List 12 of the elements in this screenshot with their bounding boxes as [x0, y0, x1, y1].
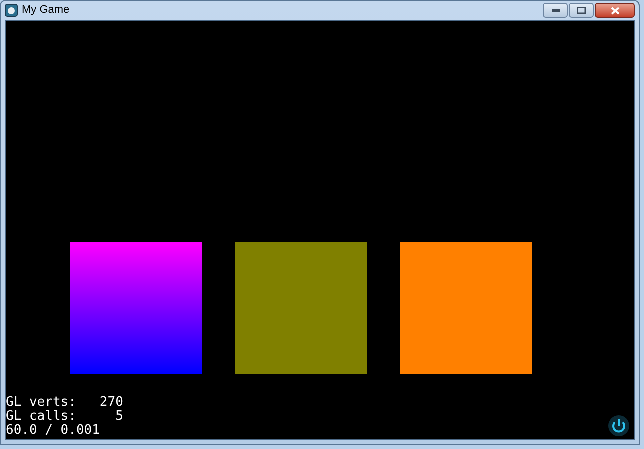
maximize-icon [577, 7, 586, 14]
close-icon [610, 6, 620, 14]
window-title: My Game [22, 3, 70, 18]
close-button[interactable] [595, 3, 635, 18]
power-icon [608, 415, 630, 437]
maximize-button[interactable] [569, 3, 594, 18]
stats-line: 60.0 / 0.001 [6, 424, 101, 438]
app-icon [5, 4, 18, 17]
minimize-button[interactable] [543, 3, 568, 18]
stats-line: GL verts: 270 [6, 396, 124, 410]
minimize-icon [552, 9, 560, 12]
stats-line: GL calls: 5 [6, 410, 124, 424]
